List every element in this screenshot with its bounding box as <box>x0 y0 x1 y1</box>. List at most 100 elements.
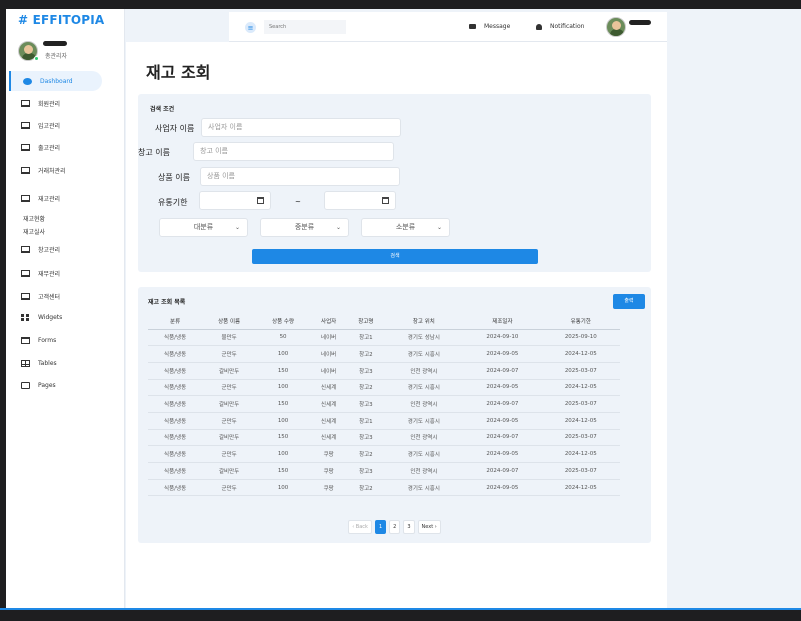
table-icon <box>21 359 30 367</box>
table-row[interactable]: 식품/냉동 갈비만두 150 쿠팡 창고3 인천 광역시 2024-09-07 2025-03… <box>148 462 620 480</box>
sidebar-item-members[interactable]: 회원관리 <box>9 93 102 113</box>
page-1-button[interactable]: 1 <box>374 520 387 534</box>
table-row[interactable]: 식품/냉동 갈비만두 150 신세계 창고3 인천 광역시 2024-09-07 2025-0… <box>148 429 620 447</box>
date-range-separator: ~ <box>295 198 301 206</box>
table-cell: 신세계 <box>310 395 348 413</box>
column-header[interactable]: 사업자 <box>310 314 348 330</box>
product-name-input[interactable]: 상품 이름 <box>200 167 400 186</box>
table-body: 식품/냉동 물만두 50 네이버 창고1 경기도 성남시 2024-09-10 2025-09… <box>148 329 620 497</box>
table-row[interactable]: 식품/냉동 군만두 100 신세계 창고2 경기도 시흥시 2024-09-05 2024-1… <box>148 379 620 397</box>
table-cell: 2024-12-05 <box>541 445 620 463</box>
menu-toggle-button[interactable]: ≡ <box>245 22 256 33</box>
table-cell: 갈비만두 <box>202 362 257 380</box>
table-cell: 네이버 <box>310 362 348 380</box>
category-large-value: 대분류 <box>193 223 214 231</box>
column-header[interactable]: 상품 수량 <box>256 314 311 330</box>
table-cell: 2024-09-10 <box>463 329 542 347</box>
category-large-select[interactable]: 대분류 ⌄ <box>159 218 248 237</box>
column-header[interactable]: 제조일자 <box>463 314 542 330</box>
print-button[interactable]: 출력 <box>613 294 645 309</box>
table-row[interactable]: 식품/냉동 군만두 100 쿠팡 창고2 경기도 시흥시 2024-09-05 2024-12… <box>148 479 620 497</box>
search-button[interactable]: 검색 <box>252 249 538 264</box>
sidebar-item-label: 입고관리 <box>38 122 61 130</box>
online-status-dot <box>34 56 39 61</box>
calendar-icon <box>257 197 264 204</box>
table-cell: 100 <box>256 479 311 497</box>
sidebar-item-label: 창고관리 <box>38 246 61 254</box>
sidebar-subitem-inventory-audit[interactable]: 재고실사 <box>23 227 45 236</box>
sidebar-item-clients[interactable]: 거래처관리 <box>9 160 102 180</box>
grid-icon <box>21 313 30 321</box>
expiry-start-date[interactable] <box>199 191 271 210</box>
table-cell: 인천 광역시 <box>384 395 464 413</box>
table-cell: 창고2 <box>347 379 385 397</box>
category-small-value: 소분류 <box>395 223 416 231</box>
sidebar-item-pages[interactable]: Pages <box>9 375 102 395</box>
column-header[interactable]: 유통기한 <box>541 314 620 330</box>
table-row[interactable]: 식품/냉동 군만두 100 신세계 창고1 경기도 시흥시 2024-09-05 2024-1… <box>148 412 620 430</box>
column-header[interactable]: 창고 위치 <box>384 314 464 330</box>
notification-button[interactable]: Notification <box>536 23 584 30</box>
table-cell: 식품/냉동 <box>148 345 203 363</box>
table-row[interactable]: 식품/냉동 갈비만두 150 네이버 창고3 인천 광역시 2024-09-07 2025-0… <box>148 362 620 380</box>
sidebar-item-support[interactable]: 고객센터 <box>9 286 102 306</box>
table-cell: 군만두 <box>202 345 257 363</box>
message-button[interactable]: Message <box>469 23 510 30</box>
table-row[interactable]: 식품/냉동 갈비만두 150 신세계 창고3 인천 광역시 2024-09-07 2025-0… <box>148 395 620 413</box>
table-cell: 100 <box>256 345 311 363</box>
table-cell: 150 <box>256 429 311 447</box>
table-row[interactable]: 식품/냉동 군만두 100 쿠팡 창고2 경기도 시흥시 2024-09-05 2024-12… <box>148 445 620 463</box>
brand-logo[interactable]: # EFFITOPIA <box>18 13 104 27</box>
inventory-results-panel: 재고 조회 목록 출력 분류 상품 이름 상품 수량 사업자 창고명 창고 위치… <box>138 287 651 543</box>
table-cell: 창고3 <box>347 395 385 413</box>
table-cell: 쿠팡 <box>310 462 348 480</box>
table-cell: 신세계 <box>310 412 348 430</box>
table-cell: 50 <box>256 329 311 347</box>
user-role: 총관리자 <box>45 53 68 60</box>
table-cell: 2024-09-05 <box>463 345 542 363</box>
table-cell: 네이버 <box>310 329 348 347</box>
table-cell: 창고2 <box>347 479 385 497</box>
page-2-button[interactable]: 2 <box>389 520 401 534</box>
pagination-back-button[interactable]: ‹ Back <box>348 520 372 534</box>
table-cell: 2024-09-07 <box>463 429 542 447</box>
expiry-end-date[interactable] <box>324 191 396 210</box>
table-row[interactable]: 식품/냉동 물만두 50 네이버 창고1 경기도 성남시 2024-09-10 2025-09… <box>148 329 620 347</box>
notification-label: Notification <box>550 23 585 30</box>
sidebar-subitem-inventory-status[interactable]: 재고현황 <box>23 214 45 223</box>
column-header[interactable]: 분류 <box>148 314 203 330</box>
laptop-icon <box>21 99 30 107</box>
form-icon <box>21 336 30 344</box>
business-name-input[interactable]: 사업자 이름 <box>201 118 401 137</box>
sidebar-item-label: 거래처관리 <box>38 167 66 175</box>
column-header[interactable]: 상품 이름 <box>202 314 257 330</box>
table-cell: 2024-12-05 <box>541 412 620 430</box>
category-small-select[interactable]: 소분류 ⌄ <box>361 218 450 237</box>
table-cell: 네이버 <box>310 345 348 363</box>
table-cell: 군만두 <box>202 479 257 497</box>
category-medium-select[interactable]: 중분류 ⌄ <box>260 218 349 237</box>
warehouse-name-input[interactable]: 창고 이름 <box>193 142 394 161</box>
search-input[interactable] <box>264 20 346 34</box>
sidebar-item-inbound[interactable]: 입고관리 <box>9 115 102 135</box>
sidebar-item-label: Forms <box>38 336 57 344</box>
sidebar-item-inventory[interactable]: 재고관리 <box>9 188 102 208</box>
laptop-icon <box>21 121 30 129</box>
sidebar-item-forms[interactable]: Forms <box>9 330 102 350</box>
sidebar-item-warehouse[interactable]: 창고관리 <box>9 239 102 259</box>
page-3-button[interactable]: 3 <box>403 520 415 534</box>
table-cell: 경기도 시흥시 <box>384 379 464 397</box>
topbar-avatar[interactable] <box>606 17 626 37</box>
pagination: ‹ Back 1 2 3 Next › <box>138 520 651 534</box>
sidebar-item-outbound[interactable]: 출고관리 <box>9 137 102 157</box>
table-cell: 쿠팡 <box>310 479 348 497</box>
pagination-next-button[interactable]: Next › <box>417 520 441 534</box>
table-row[interactable]: 식품/냉동 군만두 100 네이버 창고2 경기도 시흥시 2024-09-05 2024-1… <box>148 345 620 363</box>
sidebar-item-finance[interactable]: 재무관리 <box>9 263 102 283</box>
sidebar-item-tables[interactable]: Tables <box>9 353 102 373</box>
sidebar-item-dashboard[interactable]: Dashboard <box>9 71 102 91</box>
sidebar-item-label: 출고관리 <box>38 144 61 152</box>
column-header[interactable]: 창고명 <box>347 314 385 330</box>
sidebar-item-widgets[interactable]: Widgets <box>9 307 102 327</box>
table-cell: 군만두 <box>202 412 257 430</box>
